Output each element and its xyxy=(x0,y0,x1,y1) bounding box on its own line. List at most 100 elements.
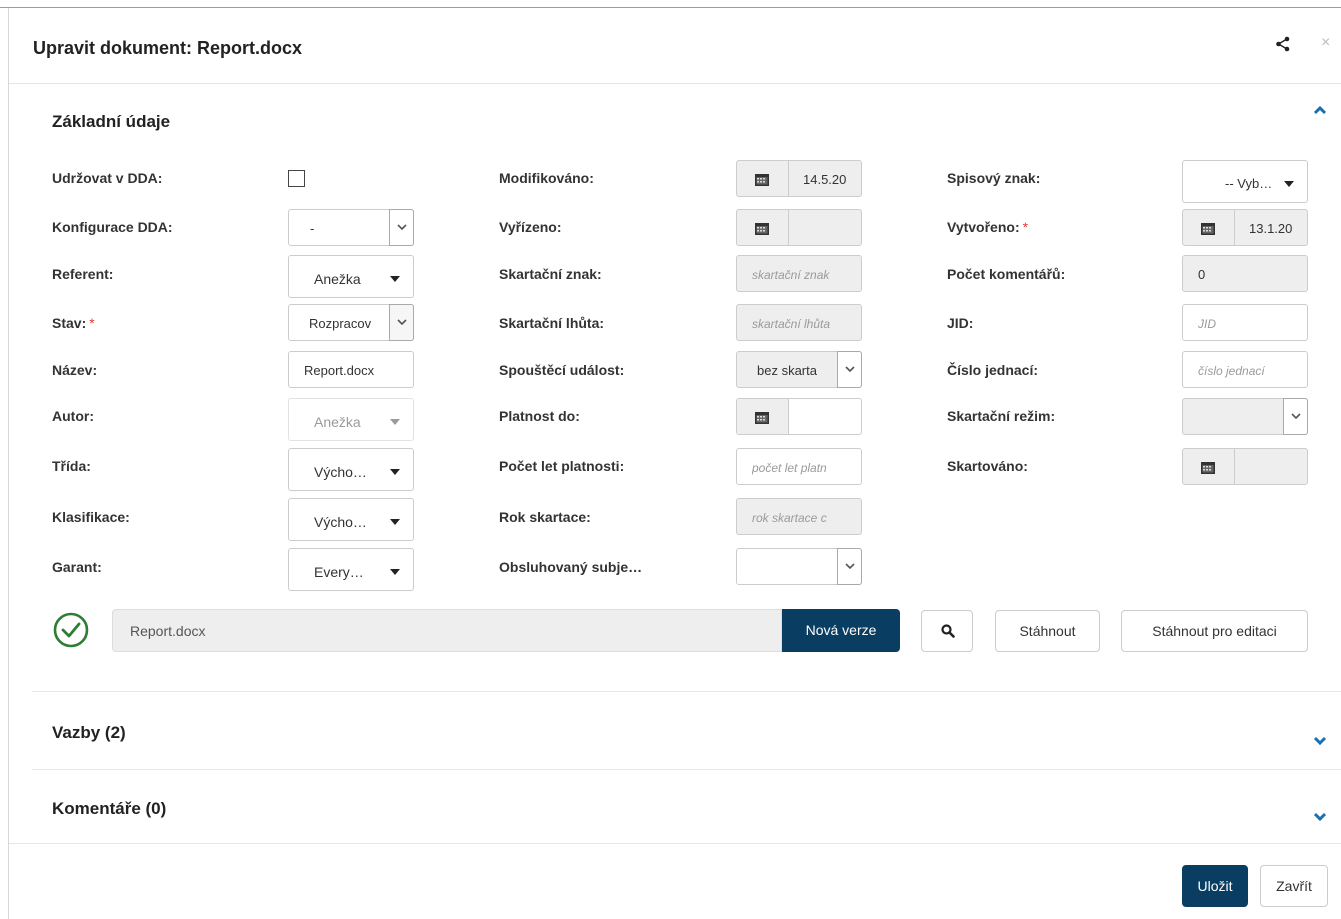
close-button[interactable]: Zavřít xyxy=(1260,865,1328,907)
guarantor-value: Every… xyxy=(314,564,364,580)
shred-year-input: rok skartace c xyxy=(736,498,862,535)
ref-number-input[interactable]: číslo jednací xyxy=(1182,351,1308,388)
dda-keep-label: Udržovat v DDA: xyxy=(52,170,163,186)
calendar-addon xyxy=(737,161,789,196)
state-label-text: Stav: xyxy=(52,315,87,331)
ref-number-placeholder: číslo jednací xyxy=(1198,364,1265,378)
shred-mode-select[interactable] xyxy=(1182,398,1308,435)
check-circle-icon xyxy=(53,612,89,648)
dda-keep-checkbox[interactable] xyxy=(288,170,305,187)
trigger-select[interactable]: bez skarta xyxy=(736,351,862,388)
calendar-icon xyxy=(1201,462,1215,474)
file-mark-value: -- Vyb… xyxy=(1225,176,1273,191)
name-label: Název: xyxy=(52,362,98,378)
caret-down-icon xyxy=(390,276,400,282)
calendar-addon xyxy=(1183,449,1235,484)
modified-label: Modifikováno: xyxy=(499,170,594,186)
referent-value: Anežka xyxy=(314,271,361,287)
validity-years-input[interactable]: počet let platn xyxy=(736,448,862,485)
calendar-icon xyxy=(755,174,769,186)
download-edit-button[interactable]: Stáhnout pro editaci xyxy=(1121,610,1308,652)
caret-down-icon xyxy=(390,469,400,475)
classification-label: Klasifikace: xyxy=(52,509,130,525)
shred-period-input: skartační lhůta xyxy=(736,304,862,341)
modal-header: Upravit dokument: Report.docx × xyxy=(9,8,1341,84)
divider xyxy=(32,691,1341,692)
classification-select[interactable]: Výcho… xyxy=(288,498,414,541)
file-name-input: Report.docx xyxy=(112,609,782,652)
search-icon xyxy=(941,624,955,638)
file-name: Report.docx xyxy=(130,623,206,639)
chevron-up-icon[interactable] xyxy=(1313,105,1327,115)
calendar-addon[interactable] xyxy=(737,399,789,434)
referent-label: Referent: xyxy=(52,266,114,282)
served-subject-label: Obsluhovaný subje… xyxy=(499,559,643,575)
caret-down-icon xyxy=(390,419,400,425)
resolved-label: Vyřízeno: xyxy=(499,219,562,235)
created-date: 13.1.20 xyxy=(1182,209,1308,246)
state-value: Rozpracov xyxy=(309,316,372,331)
section-title-basic[interactable]: Základní údaje xyxy=(52,112,170,132)
resolved-date xyxy=(736,209,862,246)
chevron-down-icon xyxy=(837,548,862,585)
chevron-down-icon[interactable] xyxy=(1313,812,1327,822)
ref-number-label: Číslo jednací: xyxy=(947,362,1039,378)
state-label: Stav: * xyxy=(52,315,95,331)
file-mark-label: Spisový znak: xyxy=(947,170,1041,186)
created-value: 13.1.20 xyxy=(1249,221,1293,236)
guarantor-select[interactable]: Every… xyxy=(288,548,414,591)
calendar-addon xyxy=(737,210,789,245)
new-version-button[interactable]: Nová verze xyxy=(782,609,900,652)
required-mark: * xyxy=(1022,219,1029,235)
trigger-label: Spouštěcí událost: xyxy=(499,362,625,378)
shred-mark-label: Skartační znak: xyxy=(499,266,602,282)
name-input[interactable]: Report.docx xyxy=(288,351,414,388)
file-mark-select[interactable]: -- Vyb… xyxy=(1182,160,1308,203)
calendar-icon xyxy=(1201,223,1215,235)
author-label: Autor: xyxy=(52,408,94,424)
class-value: Výcho… xyxy=(314,464,367,480)
class-select[interactable]: Výcho… xyxy=(288,448,414,491)
classification-value: Výcho… xyxy=(314,514,367,530)
section-title-links[interactable]: Vazby (2) xyxy=(52,723,126,743)
modified-date: 14.5.20 xyxy=(736,160,862,197)
jid-input[interactable]: JID xyxy=(1182,304,1308,341)
chevron-down-icon xyxy=(1283,398,1308,435)
required-mark: * xyxy=(89,315,95,331)
trigger-value: bez skarta xyxy=(757,363,817,378)
shred-period-placeholder: skartační lhůta xyxy=(752,317,831,331)
shredded-date xyxy=(1182,448,1308,485)
referent-select[interactable]: Anežka xyxy=(288,255,414,298)
validity-years-label: Počet let platnosti: xyxy=(499,458,625,474)
validity-years-placeholder: počet let platn xyxy=(752,461,827,475)
divider xyxy=(32,769,1341,770)
comments-count-input: 0 xyxy=(1182,255,1308,292)
window-top-edge xyxy=(0,0,1341,8)
class-label: Třída: xyxy=(52,458,91,474)
section-title-comments[interactable]: Komentáře (0) xyxy=(52,799,166,819)
download-button[interactable]: Stáhnout xyxy=(995,610,1100,652)
chevron-down-icon[interactable] xyxy=(1313,736,1327,746)
preview-button[interactable] xyxy=(921,610,973,652)
share-icon[interactable] xyxy=(1275,36,1291,52)
guarantor-label: Garant: xyxy=(52,559,102,575)
author-select: Anežka xyxy=(288,398,414,441)
valid-until-label: Platnost do: xyxy=(499,408,580,424)
close-icon[interactable]: × xyxy=(1321,34,1330,52)
dda-config-select[interactable]: - xyxy=(288,209,414,246)
calendar-icon xyxy=(755,223,769,235)
shred-period-label: Skartační lhůta: xyxy=(499,315,605,331)
save-button[interactable]: Uložit xyxy=(1182,865,1248,907)
created-label: Vytvořeno: * xyxy=(947,219,1028,235)
comments-count-value: 0 xyxy=(1198,267,1206,282)
state-select[interactable]: Rozpracov xyxy=(288,304,414,341)
comments-count-label: Počet komentářů: xyxy=(947,266,1066,282)
valid-until-date[interactable] xyxy=(736,398,862,435)
shred-year-label: Rok skartace: xyxy=(499,509,591,525)
served-subject-select[interactable] xyxy=(736,548,862,585)
created-label-text: Vytvořeno: xyxy=(947,219,1020,235)
dda-config-value: - xyxy=(310,221,315,236)
shred-year-placeholder: rok skartace c xyxy=(752,511,827,525)
chevron-down-icon xyxy=(837,351,862,388)
caret-down-icon xyxy=(390,569,400,575)
